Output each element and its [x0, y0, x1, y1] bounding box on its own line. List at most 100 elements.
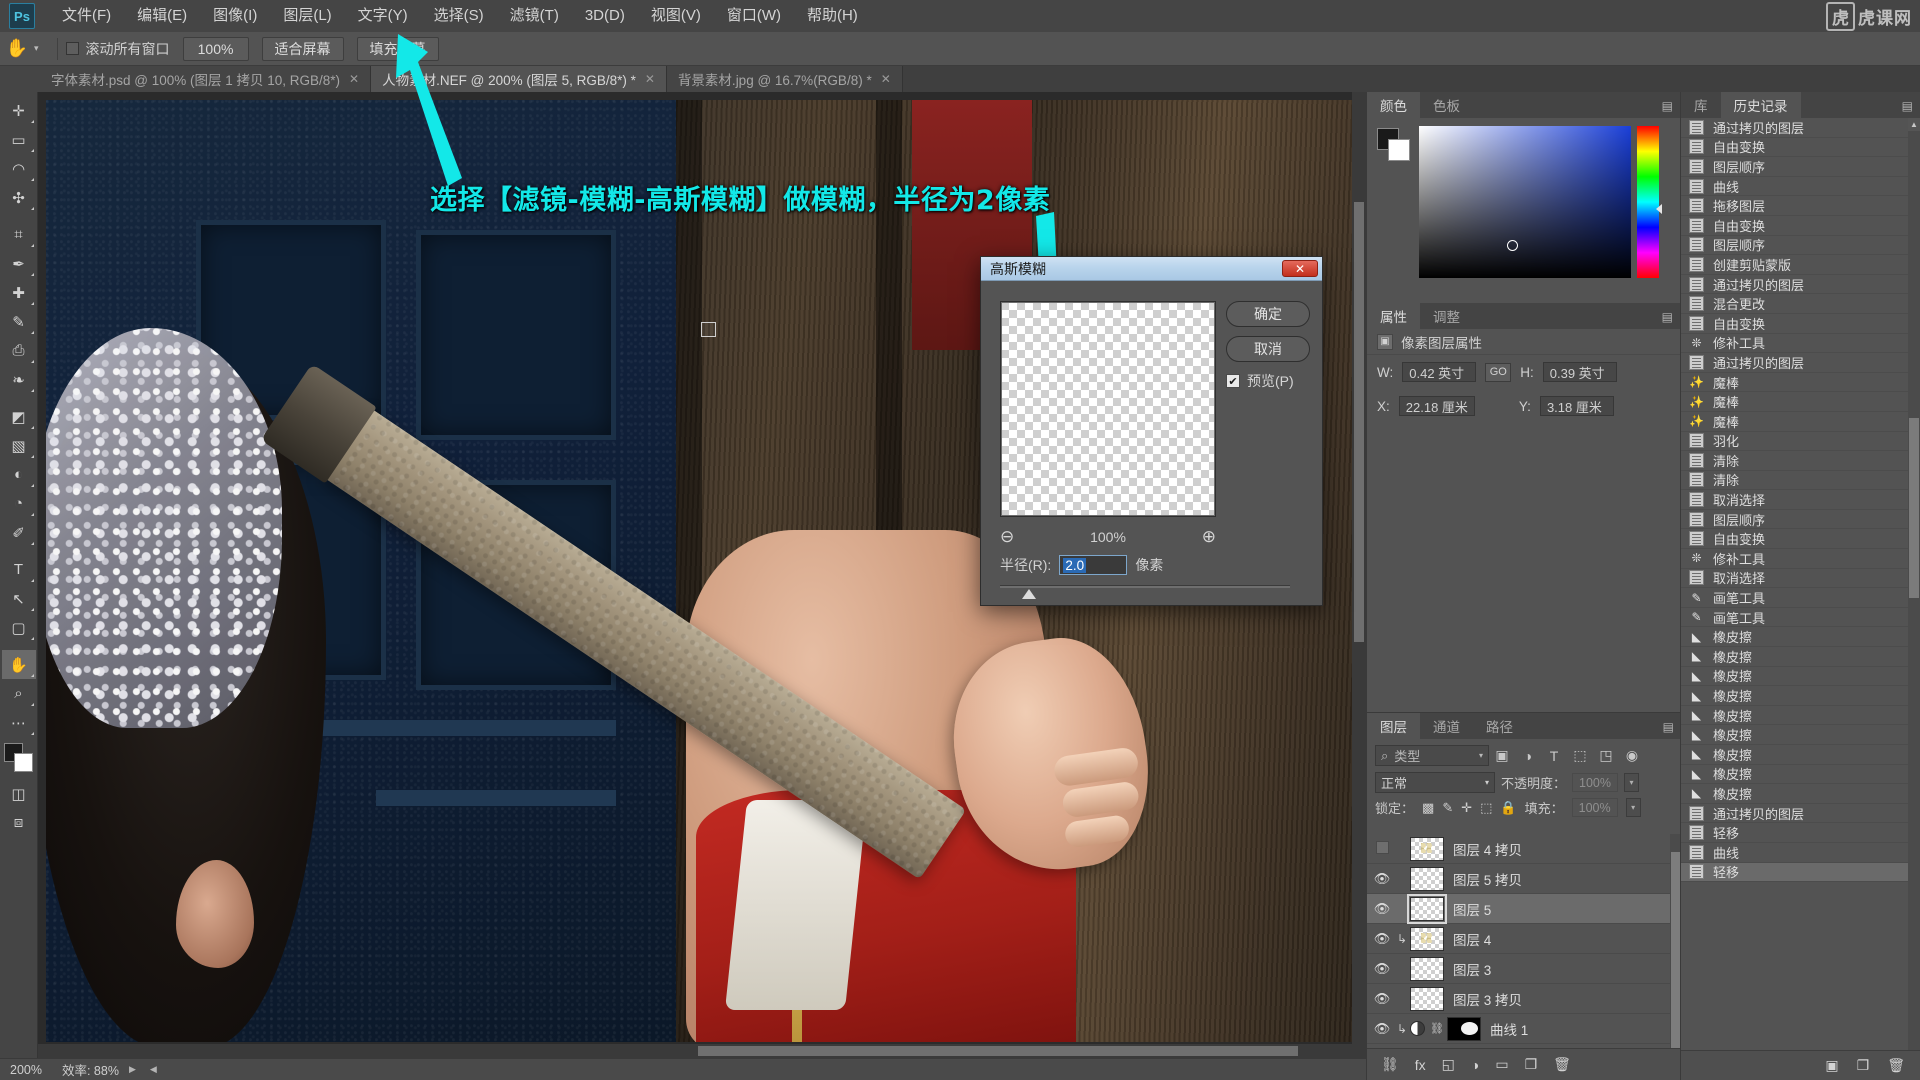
menu-item-6[interactable]: 滤镜(T) [497, 0, 572, 32]
history-item[interactable]: ◣ 橡皮擦 [1681, 627, 1920, 648]
history-item[interactable]: ✎ 画笔工具 [1681, 588, 1920, 608]
gradient-tool[interactable]: ▧ [2, 431, 36, 460]
scroll-up-icon[interactable]: ▲ [1908, 118, 1920, 131]
menu-item-9[interactable]: 窗口(W) [714, 0, 794, 32]
fit-screen-button[interactable]: 适合屏幕 [261, 36, 344, 61]
status-collapse-icon[interactable]: ◀ [150, 1064, 157, 1075]
layer-row[interactable]: 👁 图层 3 [1367, 954, 1681, 984]
y-field[interactable]: 3.18 厘米 [1539, 396, 1614, 416]
quick-selection-tool[interactable]: ✣ [2, 183, 36, 212]
panel-menu-icon[interactable]: ▤ [1902, 99, 1913, 113]
tab-库[interactable]: 库 [1681, 92, 1721, 118]
layer-filter-select[interactable]: ⌕ 类型 ▾ [1375, 745, 1489, 766]
screen-mode-toggle[interactable]: ⧈ [2, 808, 36, 837]
document-tab-0[interactable]: 字体素材.psd @ 100% (图层 1 拷贝 10, RGB/8*) ✕ [40, 66, 372, 92]
canvas-horizontal-scrollbar[interactable] [38, 1044, 1366, 1058]
tab-close-icon[interactable]: ✕ [881, 72, 891, 86]
tab-属性[interactable]: 属性 [1367, 303, 1420, 329]
tab-历史记录[interactable]: 历史记录 [1720, 92, 1801, 118]
history-scrollbar[interactable]: ▲ [1908, 118, 1920, 1050]
history-item[interactable]: ✨ 魔棒 [1681, 392, 1920, 412]
panel-menu-icon[interactable]: ▤ [1662, 99, 1673, 113]
tab-调整[interactable]: 调整 [1420, 303, 1473, 329]
move-lock-icon[interactable]: ✛ [1461, 800, 1472, 816]
horizontal-type-tool[interactable]: T [2, 555, 36, 584]
adjustment-layer-icon[interactable] [1410, 1021, 1425, 1036]
history-item[interactable]: ✨ 魔棒 [1681, 373, 1920, 393]
layer-visibility-icon[interactable]: 👁 [1367, 1021, 1397, 1037]
delete-layer-icon[interactable]: 🗑 [1553, 1056, 1571, 1073]
background-color-swatch[interactable] [13, 753, 33, 772]
snapshot-icon[interactable]: ▣ [1825, 1057, 1838, 1074]
delete-state-icon[interactable]: 🗑 [1887, 1057, 1905, 1074]
layer-visibility-icon[interactable]: 👁 [1367, 931, 1397, 947]
radius-input[interactable]: 2.0 [1059, 555, 1128, 575]
menu-item-3[interactable]: 图层(L) [270, 0, 344, 32]
history-list[interactable]: 通过拷贝的图层 自由变换 图层顺序 曲线 拖移图层 自由变换 图层顺序 创建剪贴蒙版 通过拷贝的… [1681, 118, 1920, 1050]
link-dimensions-icon[interactable]: GO [1485, 362, 1512, 382]
zoom-100-button[interactable]: 100% [182, 36, 249, 61]
blend-mode-select[interactable]: 正常 ▾ [1375, 772, 1495, 793]
history-item[interactable]: ❊ 修补工具 [1681, 549, 1920, 569]
document-tab-1[interactable]: 人物素材.NEF @ 200% (图层 5, RGB/8*) * ✕ [371, 66, 667, 92]
fx-icon[interactable]: fx [1415, 1057, 1426, 1073]
type-filter-icon[interactable]: T [1541, 745, 1567, 766]
tab-通道[interactable]: 通道 [1420, 713, 1473, 739]
layer-thumbnail[interactable] [1410, 986, 1444, 1011]
transparency-lock-icon[interactable]: ▩ [1422, 800, 1434, 816]
history-item[interactable]: 羽化 [1681, 432, 1920, 452]
new-layer-icon[interactable]: ❐ [1525, 1056, 1538, 1073]
layer-visibility-icon[interactable]: 👁 [1367, 901, 1397, 917]
layer-visibility-icon[interactable] [1367, 840, 1397, 857]
tab-色板[interactable]: 色板 [1420, 92, 1473, 118]
eraser-tool[interactable]: ◩ [2, 402, 36, 431]
fill-stepper[interactable]: ▾ [1625, 798, 1641, 817]
history-item[interactable]: ✨ 魔棒 [1681, 412, 1920, 432]
hand-tool-icon[interactable]: ✋ [0, 38, 34, 59]
document-tab-2[interactable]: 背景素材.jpg @ 16.7%(RGB/8) * ✕ [666, 66, 903, 92]
panel-menu-icon[interactable]: ▤ [1662, 310, 1673, 324]
x-field[interactable]: 22.18 厘米 [1398, 396, 1475, 416]
history-item[interactable]: ◣ 橡皮擦 [1681, 745, 1920, 765]
history-item[interactable]: 自由变换 [1681, 529, 1920, 550]
history-item[interactable]: ◣ 橡皮擦 [1681, 765, 1920, 785]
scroll-all-windows-checkbox[interactable]: 滚动所有窗口 [65, 39, 170, 59]
tab-close-icon[interactable]: ✕ [645, 72, 655, 86]
layer-thumbnail[interactable] [1410, 926, 1444, 951]
history-item[interactable]: ◣ 橡皮擦 [1681, 784, 1920, 804]
history-item[interactable]: 轻移 [1681, 862, 1920, 883]
shape-filter-icon[interactable]: ⬚ [1567, 745, 1593, 766]
layer-mask-thumbnail[interactable] [1447, 1016, 1481, 1041]
history-item[interactable]: 图层顺序 [1681, 236, 1920, 256]
fill-value[interactable]: 100% [1571, 798, 1618, 817]
history-item[interactable]: 取消选择 [1681, 569, 1920, 589]
scrollbar-thumb[interactable] [698, 1046, 1298, 1056]
add-mask-icon[interactable]: ◱ [1442, 1056, 1455, 1073]
menu-item-1[interactable]: 编辑(E) [124, 0, 200, 32]
history-item[interactable]: ◣ 橡皮擦 [1681, 686, 1920, 706]
history-item[interactable]: 自由变换 [1681, 216, 1920, 236]
clone-stamp-tool[interactable]: ⎙ [2, 336, 36, 365]
lasso-tool[interactable]: ◠ [2, 154, 36, 183]
menu-item-5[interactable]: 选择(S) [421, 0, 497, 32]
cancel-button[interactable]: 取消 [1226, 336, 1310, 362]
slider-track[interactable] [1000, 585, 1290, 588]
color-panel[interactable] [1367, 118, 1680, 303]
zoom-level[interactable]: 200% [0, 1063, 52, 1077]
filter-toggle-icon[interactable]: ◉ [1619, 745, 1645, 766]
layer-thumbnail[interactable] [1410, 836, 1444, 861]
layer-visibility-icon[interactable]: 👁 [1367, 991, 1397, 1007]
tab-close-icon[interactable]: ✕ [349, 72, 359, 86]
tab-颜色[interactable]: 颜色 [1367, 92, 1420, 118]
menu-item-7[interactable]: 3D(D) [572, 0, 638, 32]
hue-marker[interactable] [1656, 204, 1662, 214]
close-icon[interactable]: ✕ [1282, 260, 1318, 277]
new-adjustment-icon[interactable]: ◑ [1471, 1057, 1479, 1073]
blur-tool[interactable]: ◐ [2, 460, 36, 489]
layer-row[interactable]: 👁 ↳ 图层 4 [1367, 924, 1681, 954]
pen-tool[interactable]: ✐ [2, 518, 36, 547]
zoom-out-icon[interactable]: ⊖ [1000, 527, 1014, 547]
scrollbar-thumb[interactable] [1909, 418, 1919, 598]
path-selection-tool[interactable]: ↖ [2, 584, 36, 613]
fill-screen-button[interactable]: 填充屏幕 [356, 36, 439, 61]
